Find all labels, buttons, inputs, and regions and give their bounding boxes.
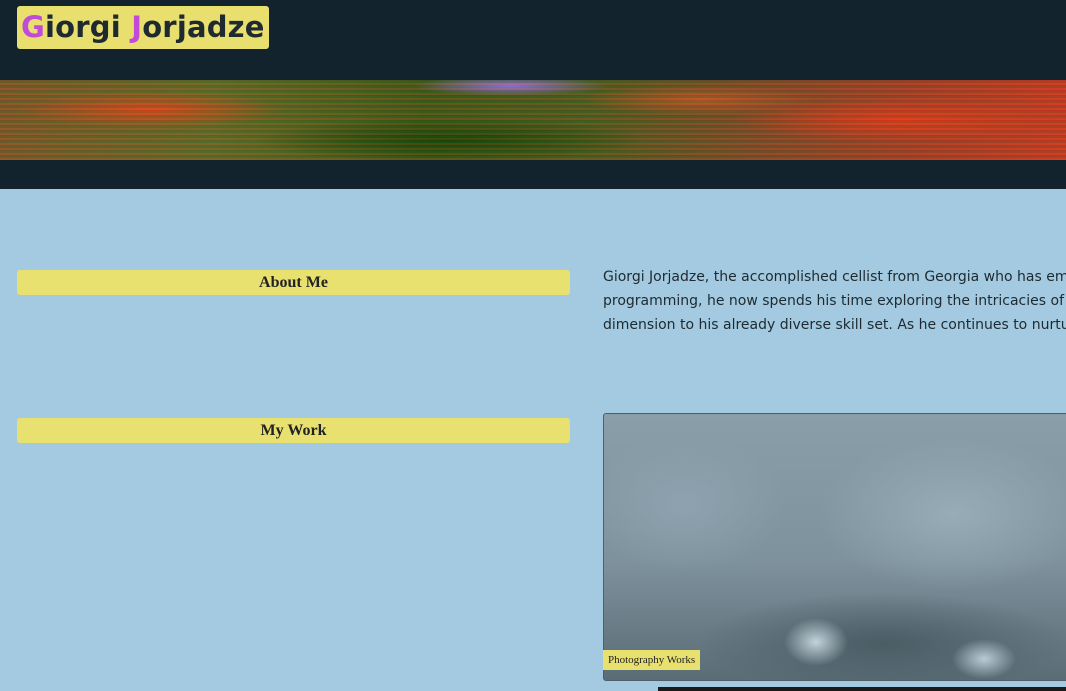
logo-last-initial: J: [131, 10, 143, 44]
photography-works-label[interactable]: Photography Works: [603, 650, 701, 670]
logo-first-rest: iorgi: [45, 10, 132, 44]
header-banner-image: [0, 80, 1066, 160]
about-me-heading: About Me: [17, 270, 570, 295]
logo-last-rest: orjadze: [142, 10, 265, 44]
site-logo[interactable]: Giorgi Jorjadze: [17, 6, 269, 49]
my-work-heading: My Work: [17, 418, 570, 443]
site-header: Giorgi Jorjadze: [0, 0, 1066, 189]
about-text-line: programming, he now spends his time expl…: [603, 293, 1066, 309]
logo-first-initial: G: [21, 10, 46, 44]
about-text-line: dimension to his already diverse skill s…: [603, 317, 1066, 333]
about-me-text: Giorgi Jorjadze, the accomplished cellis…: [603, 265, 1066, 337]
photography-works-card[interactable]: [603, 413, 1066, 681]
next-card-edge: [658, 687, 1066, 691]
about-text-line: Giorgi Jorjadze, the accomplished cellis…: [603, 269, 1066, 285]
